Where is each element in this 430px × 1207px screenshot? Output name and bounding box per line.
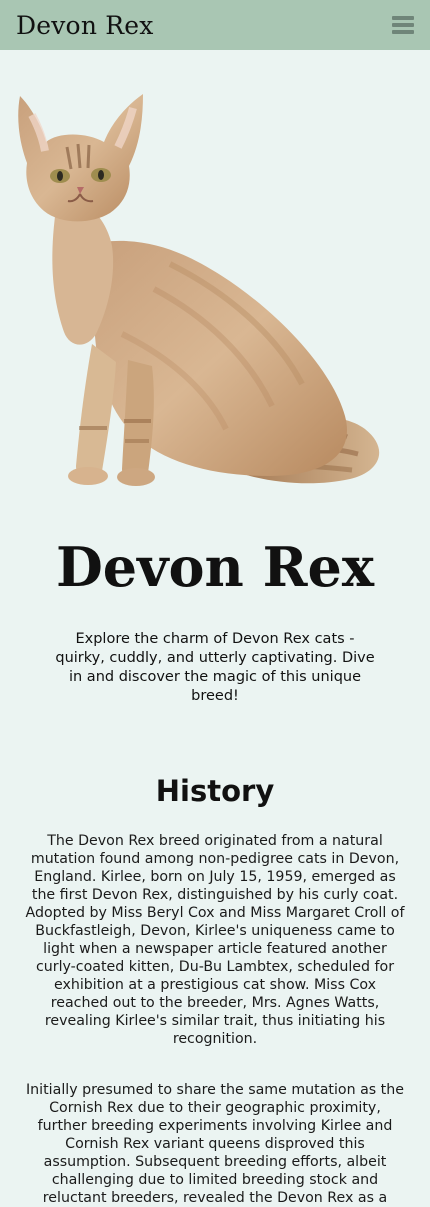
history-content: The Devon Rex breed originated from a na… — [23, 832, 407, 1207]
top-navigation-bar: Devon Rex — [0, 0, 430, 50]
main-content: Devon Rex Explore the charm of Devon Rex… — [0, 84, 430, 1207]
history-paragraph-1: The Devon Rex breed originated from a na… — [25, 833, 405, 1048]
history-section: History The Devon Rex breed originated f… — [0, 774, 430, 1207]
menu-line-top — [392, 16, 414, 20]
history-paragraph-2: Initially presumed to share the same mut… — [26, 1082, 404, 1207]
devon-rex-cat-image — [0, 84, 430, 524]
menu-line-bottom — [392, 30, 414, 34]
brand-title[interactable]: Devon Rex — [16, 11, 154, 40]
hero-subtitle: Explore the charm of Devon Rex cats - qu… — [55, 631, 375, 705]
hero-section: Devon Rex Explore the charm of Devon Rex… — [0, 84, 430, 706]
hamburger-menu-icon[interactable] — [392, 16, 414, 34]
page-title: Devon Rex — [55, 535, 375, 599]
history-title: History — [155, 774, 275, 809]
menu-line-middle — [392, 23, 414, 27]
